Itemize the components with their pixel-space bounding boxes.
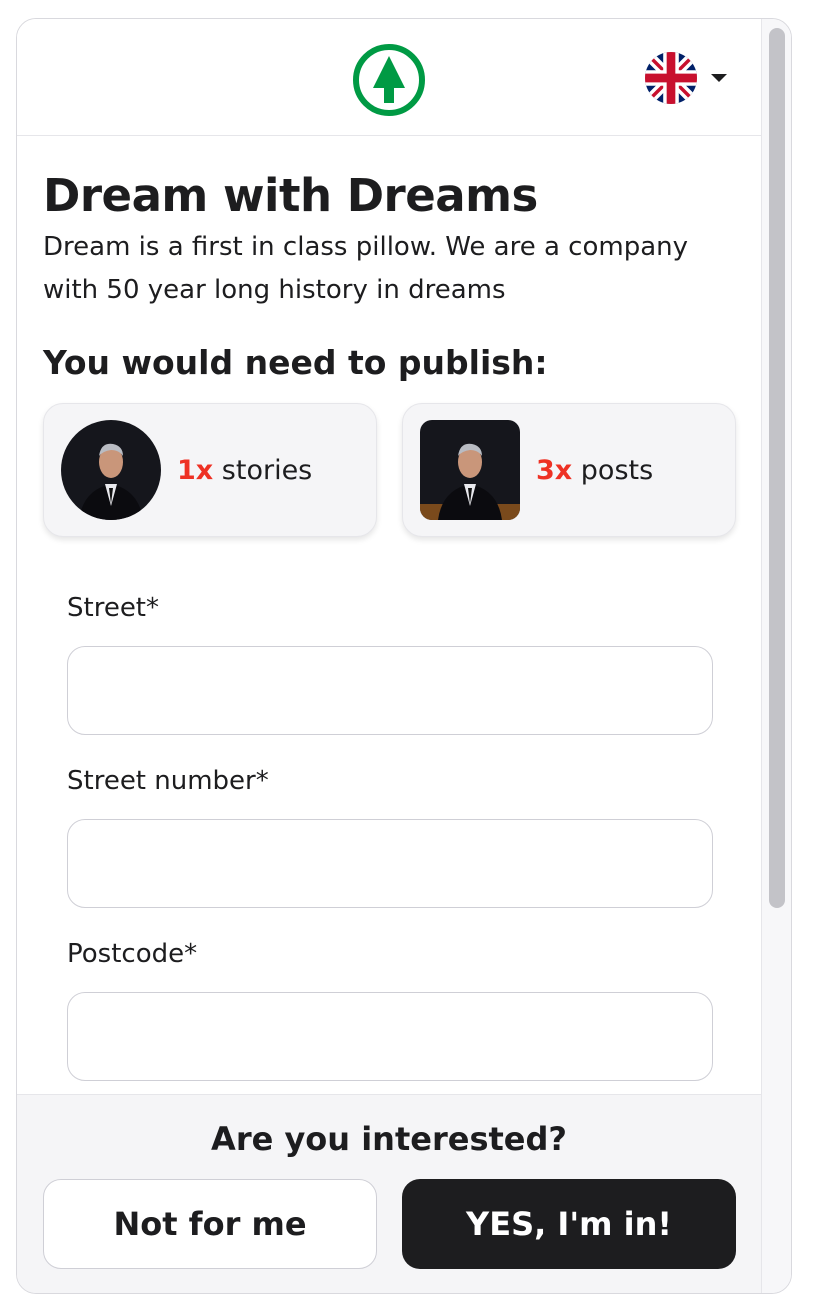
header xyxy=(17,19,761,136)
panel-content: Dream with Dreams Dream is a first in cl… xyxy=(17,19,761,1293)
requirement-stories-card: 1x stories xyxy=(43,403,377,537)
postcode-input[interactable] xyxy=(67,992,713,1081)
language-selector[interactable] xyxy=(645,52,729,104)
uk-flag-icon xyxy=(645,52,697,104)
interest-question: Are you interested? xyxy=(211,1120,567,1158)
requirement-label: stories xyxy=(221,454,313,486)
accept-button[interactable]: YES, I'm in! xyxy=(402,1179,736,1269)
requirement-posts-card: 3x posts xyxy=(402,403,736,537)
postcode-label: Postcode* xyxy=(67,939,198,969)
scrollbar-thumb[interactable] xyxy=(769,28,785,908)
street-input[interactable] xyxy=(67,646,713,735)
requirement-stories-text: 1x stories xyxy=(177,455,312,486)
street-label: Street* xyxy=(67,593,160,623)
scrollbar[interactable] xyxy=(761,19,791,1293)
decline-button[interactable]: Not for me xyxy=(43,1179,377,1269)
street-number-label: Street number* xyxy=(67,766,269,796)
requirement-posts-text: 3x posts xyxy=(536,455,653,486)
interest-footer: Are you interested? Not for me YES, I'm … xyxy=(17,1094,761,1293)
campaign-title: Dream with Dreams xyxy=(43,169,538,222)
requirements-title: You would need to publish: xyxy=(43,343,548,382)
requirement-count: 1x xyxy=(177,454,214,486)
post-thumbnail xyxy=(420,420,520,520)
influencer-avatar xyxy=(61,420,161,520)
requirement-label: posts xyxy=(580,454,654,486)
chevron-down-icon xyxy=(711,74,727,82)
requirement-count: 3x xyxy=(536,454,573,486)
campaign-panel: Dream with Dreams Dream is a first in cl… xyxy=(16,18,792,1294)
campaign-description: Dream is a first in class pillow. We are… xyxy=(43,232,689,305)
spar-tree-logo-icon xyxy=(353,44,425,116)
street-number-input[interactable] xyxy=(67,819,713,908)
